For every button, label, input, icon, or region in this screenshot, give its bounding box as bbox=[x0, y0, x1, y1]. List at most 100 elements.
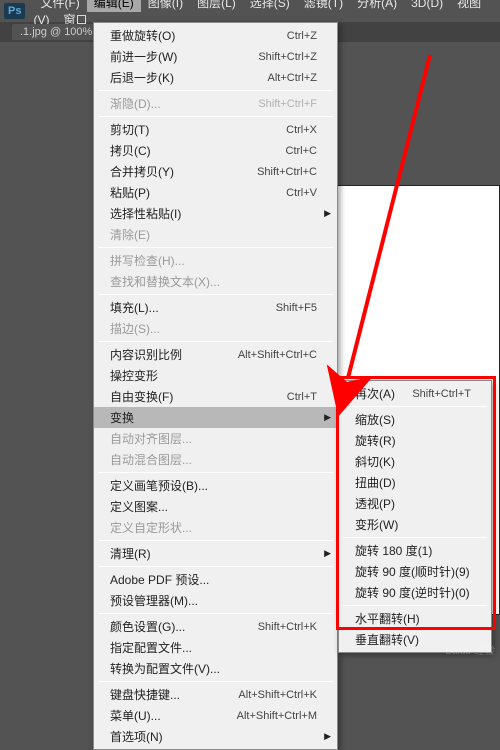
transform-item-2[interactable]: 缩放(S) bbox=[339, 409, 491, 430]
transform-item-13[interactable]: 水平翻转(H) bbox=[339, 608, 491, 629]
edit-shortcut-35: Shift+Ctrl+K bbox=[258, 621, 317, 633]
edit-shortcut-21: Ctrl+T bbox=[287, 391, 317, 403]
transform-label-2: 缩放(S) bbox=[355, 411, 471, 428]
menu-6[interactable]: 分析(A) bbox=[350, 0, 404, 12]
edit-item-35[interactable]: 颜色设置(G)...Shift+Ctrl+K bbox=[94, 616, 337, 637]
edit-item-14: 查找和替换文本(X)... bbox=[94, 271, 337, 292]
menu-4[interactable]: 选择(S) bbox=[243, 0, 297, 12]
edit-label-13: 拼写检查(H)... bbox=[110, 252, 317, 269]
transform-shortcut-0: Shift+Ctrl+T bbox=[412, 388, 471, 400]
transform-label-9: 旋转 180 度(1) bbox=[355, 542, 471, 559]
submenu-arrow-icon: ▶ bbox=[324, 548, 331, 559]
edit-item-30[interactable]: 清理(R)▶ bbox=[94, 543, 337, 564]
edit-item-32[interactable]: Adobe PDF 预设... bbox=[94, 569, 337, 590]
edit-label-0: 重做旋转(O) bbox=[110, 27, 287, 44]
edit-item-21[interactable]: 自由变换(F)Ctrl+T bbox=[94, 386, 337, 407]
edit-sep-29 bbox=[98, 540, 333, 541]
transform-item-4[interactable]: 斜切(K) bbox=[339, 451, 491, 472]
transform-item-0[interactable]: 再次(A)Shift+Ctrl+T bbox=[339, 383, 491, 404]
edit-label-2: 后退一步(K) bbox=[110, 69, 267, 86]
edit-label-11: 清除(E) bbox=[110, 226, 317, 243]
edit-item-10[interactable]: 选择性粘贴(I)▶ bbox=[94, 203, 337, 224]
menu-7[interactable]: 3D(D) bbox=[404, 0, 450, 12]
edit-menu-dropdown: 重做旋转(O)Ctrl+Z前进一步(W)Shift+Ctrl+Z后退一步(K)A… bbox=[93, 22, 338, 750]
edit-item-37[interactable]: 转换为配置文件(V)... bbox=[94, 658, 337, 679]
edit-item-11: 清除(E) bbox=[94, 224, 337, 245]
edit-label-4: 渐隐(D)... bbox=[110, 95, 258, 112]
edit-item-36[interactable]: 指定配置文件... bbox=[94, 637, 337, 658]
edit-sep-3 bbox=[98, 90, 333, 91]
edit-item-17: 描边(S)... bbox=[94, 318, 337, 339]
edit-item-0[interactable]: 重做旋转(O)Ctrl+Z bbox=[94, 25, 337, 46]
edit-label-20: 操控变形 bbox=[110, 367, 317, 384]
edit-item-28: 定义自定形状... bbox=[94, 517, 337, 538]
edit-label-33: 预设管理器(M)... bbox=[110, 592, 317, 609]
edit-item-22[interactable]: 变换▶ bbox=[94, 407, 337, 428]
transform-label-11: 旋转 90 度(逆时针)(0) bbox=[355, 584, 471, 601]
edit-label-14: 查找和替换文本(X)... bbox=[110, 273, 317, 290]
transform-label-7: 变形(W) bbox=[355, 516, 471, 533]
edit-sep-31 bbox=[98, 566, 333, 567]
edit-shortcut-19: Alt+Shift+Ctrl+C bbox=[238, 349, 317, 361]
edit-item-20[interactable]: 操控变形 bbox=[94, 365, 337, 386]
edit-shortcut-39: Alt+Shift+Ctrl+K bbox=[238, 689, 317, 701]
transform-item-9[interactable]: 旋转 180 度(1) bbox=[339, 540, 491, 561]
edit-shortcut-0: Ctrl+Z bbox=[287, 30, 317, 42]
edit-item-33[interactable]: 预设管理器(M)... bbox=[94, 590, 337, 611]
edit-label-32: Adobe PDF 预设... bbox=[110, 571, 317, 588]
edit-item-1[interactable]: 前进一步(W)Shift+Ctrl+Z bbox=[94, 46, 337, 67]
transform-item-11[interactable]: 旋转 90 度(逆时针)(0) bbox=[339, 582, 491, 603]
edit-label-19: 内容识别比例 bbox=[110, 346, 238, 363]
edit-sep-12 bbox=[98, 247, 333, 248]
edit-item-24: 自动混合图层... bbox=[94, 449, 337, 470]
edit-label-8: 合并拷贝(Y) bbox=[110, 163, 257, 180]
transform-sep-12 bbox=[343, 605, 487, 606]
edit-label-16: 填充(L)... bbox=[110, 299, 276, 316]
edit-item-27[interactable]: 定义图案... bbox=[94, 496, 337, 517]
edit-item-9[interactable]: 粘贴(P)Ctrl+V bbox=[94, 182, 337, 203]
transform-item-3[interactable]: 旋转(R) bbox=[339, 430, 491, 451]
menu-2[interactable]: 图像(I) bbox=[141, 0, 190, 12]
edit-item-26[interactable]: 定义画笔预设(B)... bbox=[94, 475, 337, 496]
transform-item-7[interactable]: 变形(W) bbox=[339, 514, 491, 535]
tab-doc-1[interactable]: .1.jpg @ 100% bbox=[12, 24, 100, 40]
edit-item-2[interactable]: 后退一步(K)Alt+Ctrl+Z bbox=[94, 67, 337, 88]
edit-shortcut-2: Alt+Ctrl+Z bbox=[267, 72, 317, 84]
edit-item-39[interactable]: 键盘快捷键...Alt+Shift+Ctrl+K bbox=[94, 684, 337, 705]
edit-label-10: 选择性粘贴(I) bbox=[110, 205, 317, 222]
transform-item-6[interactable]: 透视(P) bbox=[339, 493, 491, 514]
edit-item-6[interactable]: 剪切(T)Ctrl+X bbox=[94, 119, 337, 140]
transform-item-5[interactable]: 扭曲(D) bbox=[339, 472, 491, 493]
edit-label-9: 粘贴(P) bbox=[110, 184, 286, 201]
edit-shortcut-1: Shift+Ctrl+Z bbox=[258, 51, 317, 63]
edit-item-40[interactable]: 菜单(U)...Alt+Shift+Ctrl+M bbox=[94, 705, 337, 726]
edit-item-41[interactable]: 首选项(N)▶ bbox=[94, 726, 337, 747]
transform-label-3: 旋转(R) bbox=[355, 432, 471, 449]
edit-item-7[interactable]: 拷贝(C)Ctrl+C bbox=[94, 140, 337, 161]
watermark: Baidu 经验 bbox=[446, 642, 494, 657]
edit-label-35: 颜色设置(G)... bbox=[110, 618, 258, 635]
menu-5[interactable]: 滤镜(T) bbox=[297, 0, 350, 12]
transform-label-13: 水平翻转(H) bbox=[355, 610, 471, 627]
edit-sep-25 bbox=[98, 472, 333, 473]
edit-shortcut-40: Alt+Shift+Ctrl+M bbox=[237, 710, 317, 722]
edit-shortcut-8: Shift+Ctrl+C bbox=[257, 166, 317, 178]
edit-sep-5 bbox=[98, 116, 333, 117]
edit-item-16[interactable]: 填充(L)...Shift+F5 bbox=[94, 297, 337, 318]
edit-label-1: 前进一步(W) bbox=[110, 48, 258, 65]
submenu-arrow-icon: ▶ bbox=[324, 731, 331, 742]
edit-shortcut-7: Ctrl+C bbox=[286, 145, 317, 157]
edit-label-40: 菜单(U)... bbox=[110, 707, 237, 724]
edit-label-24: 自动混合图层... bbox=[110, 451, 317, 468]
menu-1[interactable]: 编辑(E) bbox=[87, 0, 141, 12]
menu-3[interactable]: 图层(L) bbox=[190, 0, 243, 12]
edit-item-8[interactable]: 合并拷贝(Y)Shift+Ctrl+C bbox=[94, 161, 337, 182]
edit-label-37: 转换为配置文件(V)... bbox=[110, 660, 317, 677]
transform-item-10[interactable]: 旋转 90 度(顺时针)(9) bbox=[339, 561, 491, 582]
edit-label-7: 拷贝(C) bbox=[110, 142, 286, 159]
app-logo: Ps bbox=[4, 3, 25, 19]
edit-label-26: 定义画笔预设(B)... bbox=[110, 477, 317, 494]
transform-label-5: 扭曲(D) bbox=[355, 474, 471, 491]
edit-shortcut-4: Shift+Ctrl+F bbox=[258, 98, 317, 110]
edit-item-19[interactable]: 内容识别比例Alt+Shift+Ctrl+C bbox=[94, 344, 337, 365]
